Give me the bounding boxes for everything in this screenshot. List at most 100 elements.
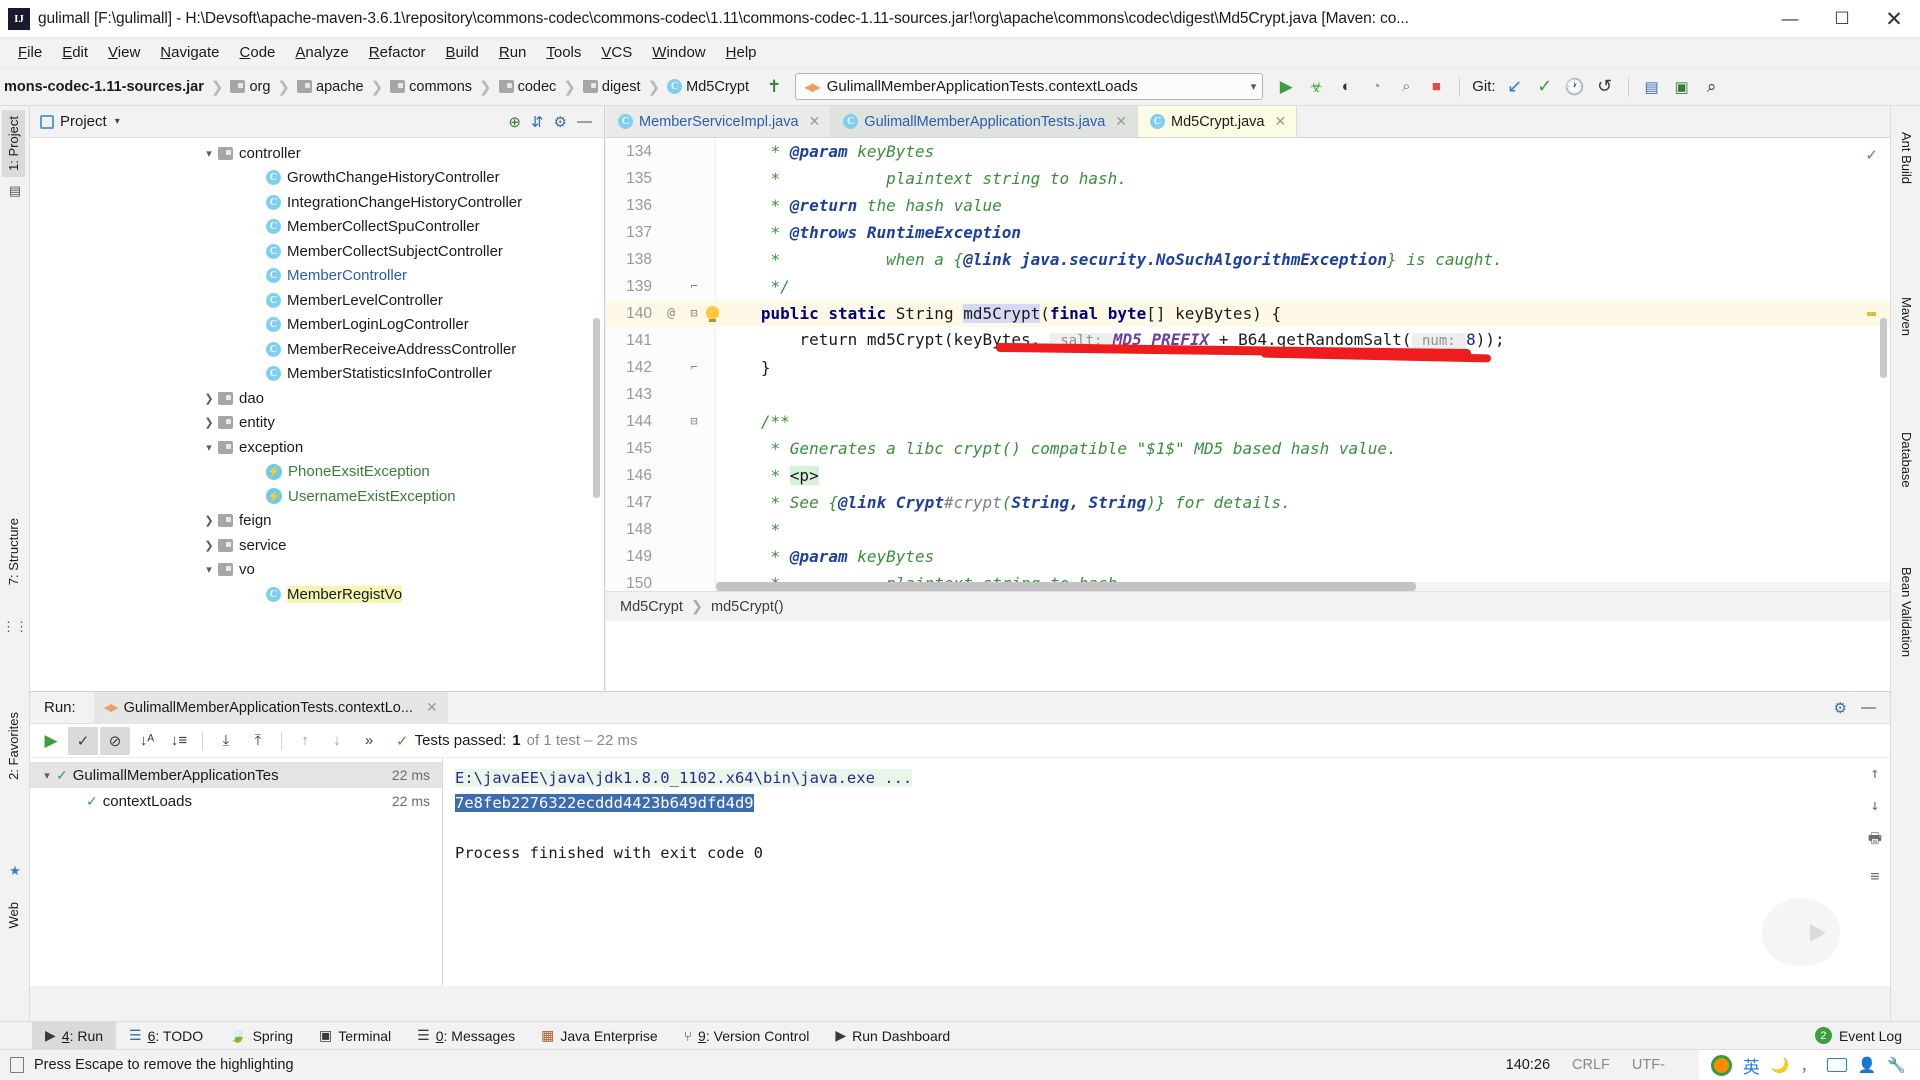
code-line-148[interactable]: 148 *: [606, 516, 1890, 543]
gear-icon[interactable]: ⚙: [1834, 699, 1847, 717]
git-rollback-button[interactable]: ↺: [1590, 72, 1620, 102]
tool-window-button-java-enterprise[interactable]: ▦ Java Enterprise: [528, 1022, 671, 1050]
build-hammer-icon[interactable]: ✝: [767, 77, 781, 97]
run-with-coverage-button[interactable]: ◐: [1331, 72, 1361, 102]
test-tree-row[interactable]: ✓ contextLoads 22 ms: [30, 788, 442, 814]
sidebar-item-project[interactable]: 1: Project: [2, 110, 25, 177]
test-results-tree[interactable]: ▾ ✓ GulimallMemberApplicationTes 22 ms ✓ cont…: [30, 758, 443, 986]
editor-hscroll-thumb[interactable]: [716, 582, 1416, 591]
breadcrumb-item-md5crypt[interactable]: C Md5Crypt: [667, 79, 749, 95]
menu-item-navigate[interactable]: Navigate: [150, 41, 229, 64]
close-icon[interactable]: ✕: [809, 113, 821, 130]
editor-breadcrumb-item[interactable]: Md5Crypt: [620, 599, 683, 615]
tree-item-entity[interactable]: ❯ entity: [30, 411, 604, 436]
tree-item-service[interactable]: ❯ service: [30, 533, 604, 558]
code-line-149[interactable]: 149 * @param keyBytes: [606, 543, 1890, 570]
tree-item-membercollectspucontroller[interactable]: C MemberCollectSpuController: [30, 215, 604, 240]
soft-wrap-icon[interactable]: ≡: [1870, 867, 1879, 885]
tree-item-phoneexsitexception[interactable]: ⚡ PhoneExsitException: [30, 460, 604, 485]
sidebar-item-web[interactable]: Web: [2, 896, 25, 935]
sidebar-item-favorites[interactable]: 2: Favorites: [2, 706, 25, 786]
project-tree-scrollbar[interactable]: [593, 318, 600, 498]
tree-item-usernameexistexception[interactable]: ⚡ UsernameExistException: [30, 484, 604, 509]
tree-item-dao[interactable]: ❯ dao: [30, 386, 604, 411]
maximize-button[interactable]: ☐: [1816, 0, 1868, 38]
search-everywhere-button[interactable]: ⌕: [1697, 72, 1727, 102]
code-line-138[interactable]: 138 * when a {@link java.security.NoSuch…: [606, 246, 1890, 273]
breadcrumb-item-commons[interactable]: commons: [390, 79, 472, 95]
editor-horizontal-scrollbar[interactable]: [716, 582, 1890, 591]
hide-panel-icon[interactable]: —: [577, 113, 592, 130]
collapse-all-button[interactable]: ⤒: [243, 727, 273, 755]
git-update-button[interactable]: ↙: [1500, 72, 1530, 102]
code-line-134[interactable]: 134 * @param keyBytes: [606, 138, 1890, 165]
show-ignored-button[interactable]: ⊘: [100, 726, 130, 755]
ime-logo-icon[interactable]: [1710, 1054, 1732, 1076]
code-line-137[interactable]: 137 * @throws RuntimeException: [606, 219, 1890, 246]
right-tab-ant-build[interactable]: Ant Build: [1895, 126, 1918, 190]
project-structure-button[interactable]: ▤: [1637, 72, 1667, 102]
menu-item-window[interactable]: Window: [642, 41, 715, 64]
expand-all-button[interactable]: ⤓: [211, 727, 241, 755]
editor-vertical-scrollbar[interactable]: [1880, 318, 1887, 378]
show-passed-button[interactable]: ✓: [68, 726, 98, 755]
collapse-all-icon[interactable]: ⇵: [531, 113, 544, 131]
ime-keyboard-icon[interactable]: [1826, 1058, 1847, 1072]
tree-item-controller[interactable]: ▾ controller: [30, 141, 604, 166]
rerun-tests-button[interactable]: ▶: [36, 727, 66, 755]
more-button[interactable]: »: [354, 727, 384, 755]
gear-icon[interactable]: ⚙: [554, 113, 567, 131]
sort-alphabetically-button[interactable]: ↓ᴬ: [132, 727, 162, 755]
next-failed-button[interactable]: ↓: [322, 727, 352, 755]
event-log-button[interactable]: 2 Event Log: [1814, 1027, 1920, 1044]
run-button[interactable]: ▶: [1271, 72, 1301, 102]
code-line-142[interactable]: 142 ⌐ }: [606, 354, 1890, 381]
ime-settings-icon[interactable]: 🔧: [1887, 1056, 1906, 1074]
code-line-146[interactable]: 146 * <p>: [606, 462, 1890, 489]
right-tab-bean-validation[interactable]: Bean Validation: [1895, 561, 1918, 663]
right-tab-database[interactable]: Database: [1895, 426, 1918, 494]
intention-bulb-icon[interactable]: [704, 300, 720, 327]
ime-user-icon[interactable]: 👤: [1858, 1056, 1877, 1074]
tree-item-integrationchangehistorycontroller[interactable]: C IntegrationChangeHistoryController: [30, 190, 604, 215]
tool-window-button-9--version-control[interactable]: ⑂ 9: Version Control: [671, 1022, 823, 1050]
menu-item-tools[interactable]: Tools: [536, 41, 591, 64]
ime-punctuation-icon[interactable]: ，: [1801, 1055, 1816, 1076]
close-button[interactable]: ✕: [1868, 0, 1920, 38]
tree-item-memberloginlogcontroller[interactable]: C MemberLoginLogController: [30, 313, 604, 338]
structure-small-icon[interactable]: ▤: [6, 182, 24, 200]
tree-item-memberreceiveaddresscontroller[interactable]: C MemberReceiveAddressController: [30, 337, 604, 362]
scroll-up-icon[interactable]: ↑: [1870, 764, 1879, 782]
code-line-140[interactable]: 140 @ ⊟ public static String md5Crypt(fina…: [606, 300, 1890, 327]
web-globe-icon[interactable]: ★: [6, 862, 24, 880]
menu-item-run[interactable]: Run: [489, 41, 537, 64]
sort-by-duration-button[interactable]: ↓≡: [164, 727, 194, 755]
editor-tab-md5crypt-java[interactable]: C Md5Crypt.java ✕: [1138, 106, 1298, 137]
line-separator[interactable]: CRLF: [1572, 1057, 1610, 1073]
tree-item-memberstatisticsinfocontroller[interactable]: C MemberStatisticsInfoController: [30, 362, 604, 387]
code-fold-marker[interactable]: ⌐: [684, 273, 704, 300]
tree-item-growthchangehistorycontroller[interactable]: C GrowthChangeHistoryController: [30, 166, 604, 191]
close-icon[interactable]: ✕: [426, 699, 438, 716]
close-icon[interactable]: ✕: [1274, 113, 1286, 130]
preview-button[interactable]: ▣: [1667, 72, 1697, 102]
menu-item-analyze[interactable]: Analyze: [285, 41, 358, 64]
menu-item-refactor[interactable]: Refactor: [359, 41, 436, 64]
menu-item-edit[interactable]: Edit: [52, 41, 98, 64]
tool-window-button-terminal[interactable]: ▣ Terminal: [306, 1022, 404, 1050]
prev-failed-button[interactable]: ↑: [290, 727, 320, 755]
breadcrumb-item-mons-codec-1-11-sources-jar[interactable]: mons-codec-1.11-sources.jar: [4, 79, 204, 95]
file-encoding[interactable]: UTF-: [1632, 1057, 1665, 1073]
tool-window-button-run-dashboard[interactable]: ▶ Run Dashboard: [822, 1022, 963, 1050]
menu-item-view[interactable]: View: [98, 41, 150, 64]
menu-item-build[interactable]: Build: [435, 41, 488, 64]
chevron-down-icon[interactable]: ▾: [115, 116, 120, 127]
attach-debugger-button[interactable]: ⌕: [1391, 72, 1421, 102]
menu-item-code[interactable]: Code: [230, 41, 286, 64]
editor-tab-memberserviceimpl-java[interactable]: C MemberServiceImpl.java ✕: [606, 106, 832, 137]
project-tree[interactable]: ▾ controller C GrowthChangeHistoryControlle…: [30, 138, 604, 691]
breadcrumb-item-org[interactable]: org: [230, 79, 270, 95]
tree-item-membercollectsubjectcontroller[interactable]: C MemberCollectSubjectController: [30, 239, 604, 264]
debug-button[interactable]: ☣: [1301, 72, 1331, 102]
sidebar-item-structure[interactable]: 7: Structure: [2, 512, 25, 591]
